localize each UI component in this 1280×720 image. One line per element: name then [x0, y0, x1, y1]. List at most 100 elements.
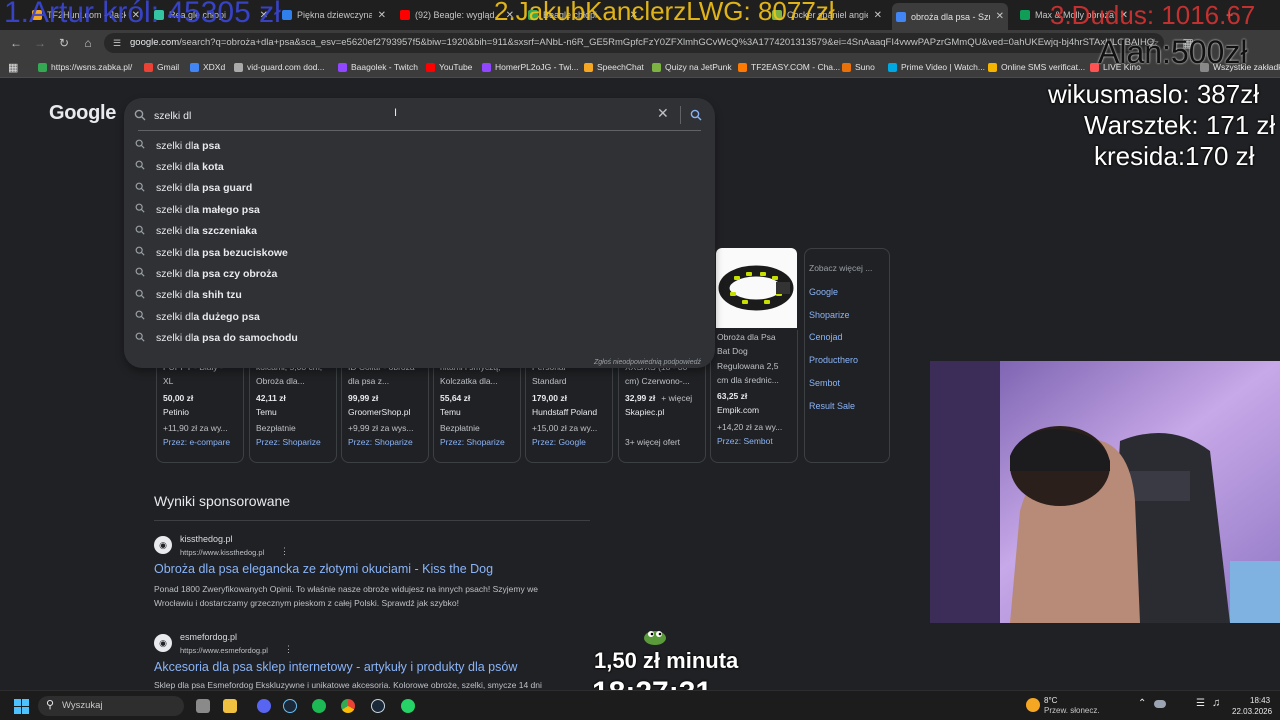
result-title[interactable]: Obroża dla psa elegancka ze złotymi okuc… — [154, 562, 493, 576]
search-suggestion[interactable]: szelki dl a psa guard — [130, 178, 709, 199]
search-submit-icon[interactable] — [690, 108, 702, 121]
search-suggestion[interactable]: szelki dl a małego psa — [130, 199, 709, 220]
volume-icon[interactable]: ♫ — [1212, 697, 1220, 709]
bookmark-item[interactable]: Online SMS verificat... — [988, 60, 1085, 74]
result-domain[interactable]: kissthedog.pl — [180, 534, 233, 544]
price-row: 32,99 zł + więcej — [625, 391, 705, 405]
bookmark-item[interactable]: Gmail — [144, 60, 179, 74]
tab-close-icon[interactable]: ✕ — [874, 10, 882, 21]
weather-desc[interactable]: Przew. słonecz. — [1044, 706, 1100, 715]
via-link[interactable]: Przez: Google — [532, 435, 612, 449]
bookmark-item[interactable]: SpeechChat — [584, 60, 644, 74]
result-url[interactable]: https://www.kissthedog.pl — [180, 548, 264, 557]
search-suggestion[interactable]: szelki dl a kota — [130, 156, 709, 177]
tab-favicon-icon — [400, 10, 410, 20]
search-suggestion[interactable]: szelki dl a dużego psa — [130, 306, 709, 327]
clock-date[interactable]: 22.03.2026 — [1232, 707, 1272, 716]
bookmark-item[interactable]: TF2EASY.COM - Cha... — [738, 60, 840, 74]
browser-tab[interactable]: Piękna dziewczyna g ✕ — [278, 4, 390, 26]
tray-chevron-icon[interactable]: ⌃ — [1138, 698, 1146, 709]
google-logo[interactable]: Google — [49, 102, 116, 125]
search-suggestion[interactable]: szelki dl a psa bezuciskowe — [130, 242, 709, 263]
search-icon — [133, 289, 147, 302]
bookmark-item[interactable]: Prime Video | Watch... — [888, 60, 985, 74]
browser-tab[interactable]: obroża dla psa - Szuk ✕ — [892, 3, 1008, 30]
clear-icon[interactable]: ✕ — [657, 105, 669, 122]
address-bar[interactable]: ☰ google.com/search?q=obroża+dla+psa&sca… — [104, 33, 1164, 53]
see-more-link[interactable]: Sembot — [809, 378, 840, 388]
clock-time[interactable]: 18:43 — [1250, 696, 1270, 705]
price-row: 99,99 zł — [348, 391, 428, 405]
result-title[interactable]: Akcesoria dla psa sklep internetowy - ar… — [154, 660, 517, 674]
bookmark-item[interactable]: XDXd — [190, 60, 225, 74]
more-options-icon[interactable]: ⋮ — [284, 644, 293, 655]
shopping-card[interactable]: kolcami, 5,08 cm,Obroża dla...42,11 złTe… — [249, 360, 337, 463]
forward-icon[interactable]: → — [32, 35, 48, 51]
bookmark-item[interactable]: vid-guard.com dod... — [234, 60, 324, 74]
search-suggestion[interactable]: szelki dl a szczeniaka — [130, 221, 709, 242]
bookmark-item[interactable]: HomerPL2oJG - Twi... — [482, 60, 578, 74]
shopping-card[interactable]: XXS/XS (18 - 30cm) Czerwono-...32,99 zł+… — [618, 360, 706, 463]
result-url[interactable]: https://www.esmefordog.pl — [180, 646, 268, 655]
windows-start-icon[interactable] — [14, 699, 29, 714]
product-image-collar[interactable] — [716, 248, 797, 328]
onedrive-icon[interactable] — [1154, 700, 1166, 708]
tab-close-icon[interactable]: ✕ — [378, 10, 386, 21]
tab-close-icon[interactable]: ✕ — [996, 11, 1004, 22]
shopping-card[interactable]: nitami i smyczą,Kolczatka dla...55,64 zł… — [433, 360, 521, 463]
taskbar-search[interactable]: ⚲ Wyszukaj — [38, 696, 184, 716]
shopping-card[interactable]: ID Collar - obrożadla psa z...99,99 złGr… — [341, 360, 429, 463]
see-more-link[interactable]: Shoparize — [809, 310, 850, 320]
search-suggestion[interactable]: szelki dl a shih tzu — [130, 285, 709, 306]
shopping-card[interactable]: PersonalStandard179,00 złHundstaff Polan… — [525, 360, 613, 463]
reload-icon[interactable]: ↻ — [56, 35, 72, 51]
bookmark-item[interactable]: https://wsns.zabka.pl/ — [38, 60, 132, 74]
home-icon[interactable]: ⌂ — [80, 35, 96, 51]
store-name: Petinio — [163, 406, 189, 417]
search-suggestion[interactable]: szelki dl a psa czy obroża — [130, 263, 709, 284]
see-more-link[interactable]: Google — [809, 287, 838, 297]
via-link[interactable]: Przez: Shoparize — [256, 435, 336, 449]
via-link[interactable]: Przez: e-compare — [163, 435, 243, 449]
weather-icon[interactable] — [1026, 698, 1040, 712]
see-more-link[interactable]: Producthero — [809, 355, 858, 365]
report-suggestion-link[interactable]: Zgłoś nieodpowiednią podpowiedź — [594, 359, 701, 366]
site-info-icon[interactable]: ☰ — [113, 33, 121, 53]
via-link[interactable]: 3+ więcej ofert — [625, 435, 705, 449]
product-title: Obroża dla... — [256, 376, 305, 387]
file-explorer-icon[interactable] — [223, 699, 237, 713]
shopping-card[interactable]: PUPPY - Biały -XL50,00 złPetinio+11,90 z… — [156, 360, 244, 463]
chrome-icon[interactable] — [341, 699, 355, 713]
product-price: 42,11 zł — [256, 392, 286, 403]
bookmark-item[interactable]: Suno — [842, 60, 875, 74]
bookmark-item[interactable]: Quizy na JetPunk — [652, 60, 732, 74]
steam-icon[interactable] — [283, 699, 297, 713]
weather-temp[interactable]: 8°C — [1044, 696, 1057, 705]
back-icon[interactable]: ← — [8, 35, 24, 51]
via-link[interactable]: Przez: Sembot — [717, 434, 797, 448]
task-view-icon[interactable] — [196, 699, 210, 713]
price-row: 179,00 zł — [532, 391, 612, 405]
see-more-link[interactable]: Result Sale — [809, 401, 855, 411]
more-options-icon[interactable]: ⋮ — [280, 546, 289, 557]
search-suggestion[interactable]: szelki dl a psa do samochodu — [130, 328, 709, 349]
via-link[interactable]: Przez: Shoparize — [440, 435, 520, 449]
app-icon[interactable] — [257, 699, 271, 713]
apps-grid-icon[interactable]: ▦ — [8, 60, 18, 74]
search-box: I ✕ szelki dla psaszelki dla kotaszelki … — [124, 98, 715, 368]
spotify-icon[interactable] — [312, 699, 326, 713]
snippet-line: Ponad 1800 Zweryfikowanych Opinii. To wł… — [154, 584, 538, 594]
kissthedog-favicon: ◉ — [154, 536, 172, 554]
bookmark-item[interactable]: Baagolek - Twitch — [338, 60, 418, 74]
result-domain[interactable]: esmefordog.pl — [180, 632, 237, 642]
search-suggestion[interactable]: szelki dl a psa — [130, 135, 709, 156]
bookmark-favicon-icon — [38, 62, 47, 72]
network-icon[interactable]: ☰ — [1196, 698, 1205, 709]
shopping-card[interactable]: Obroża dla Psa Bat Dog Regulowana 2,5 cm dl… — [710, 330, 798, 463]
search-input[interactable] — [154, 106, 654, 126]
steam-icon[interactable] — [371, 699, 385, 713]
whatsapp-icon[interactable] — [401, 699, 415, 713]
via-link[interactable]: Przez: Shoparize — [348, 435, 428, 449]
see-more-link[interactable]: Cenojad — [809, 332, 843, 342]
bookmark-item[interactable]: YouTube — [426, 60, 472, 74]
